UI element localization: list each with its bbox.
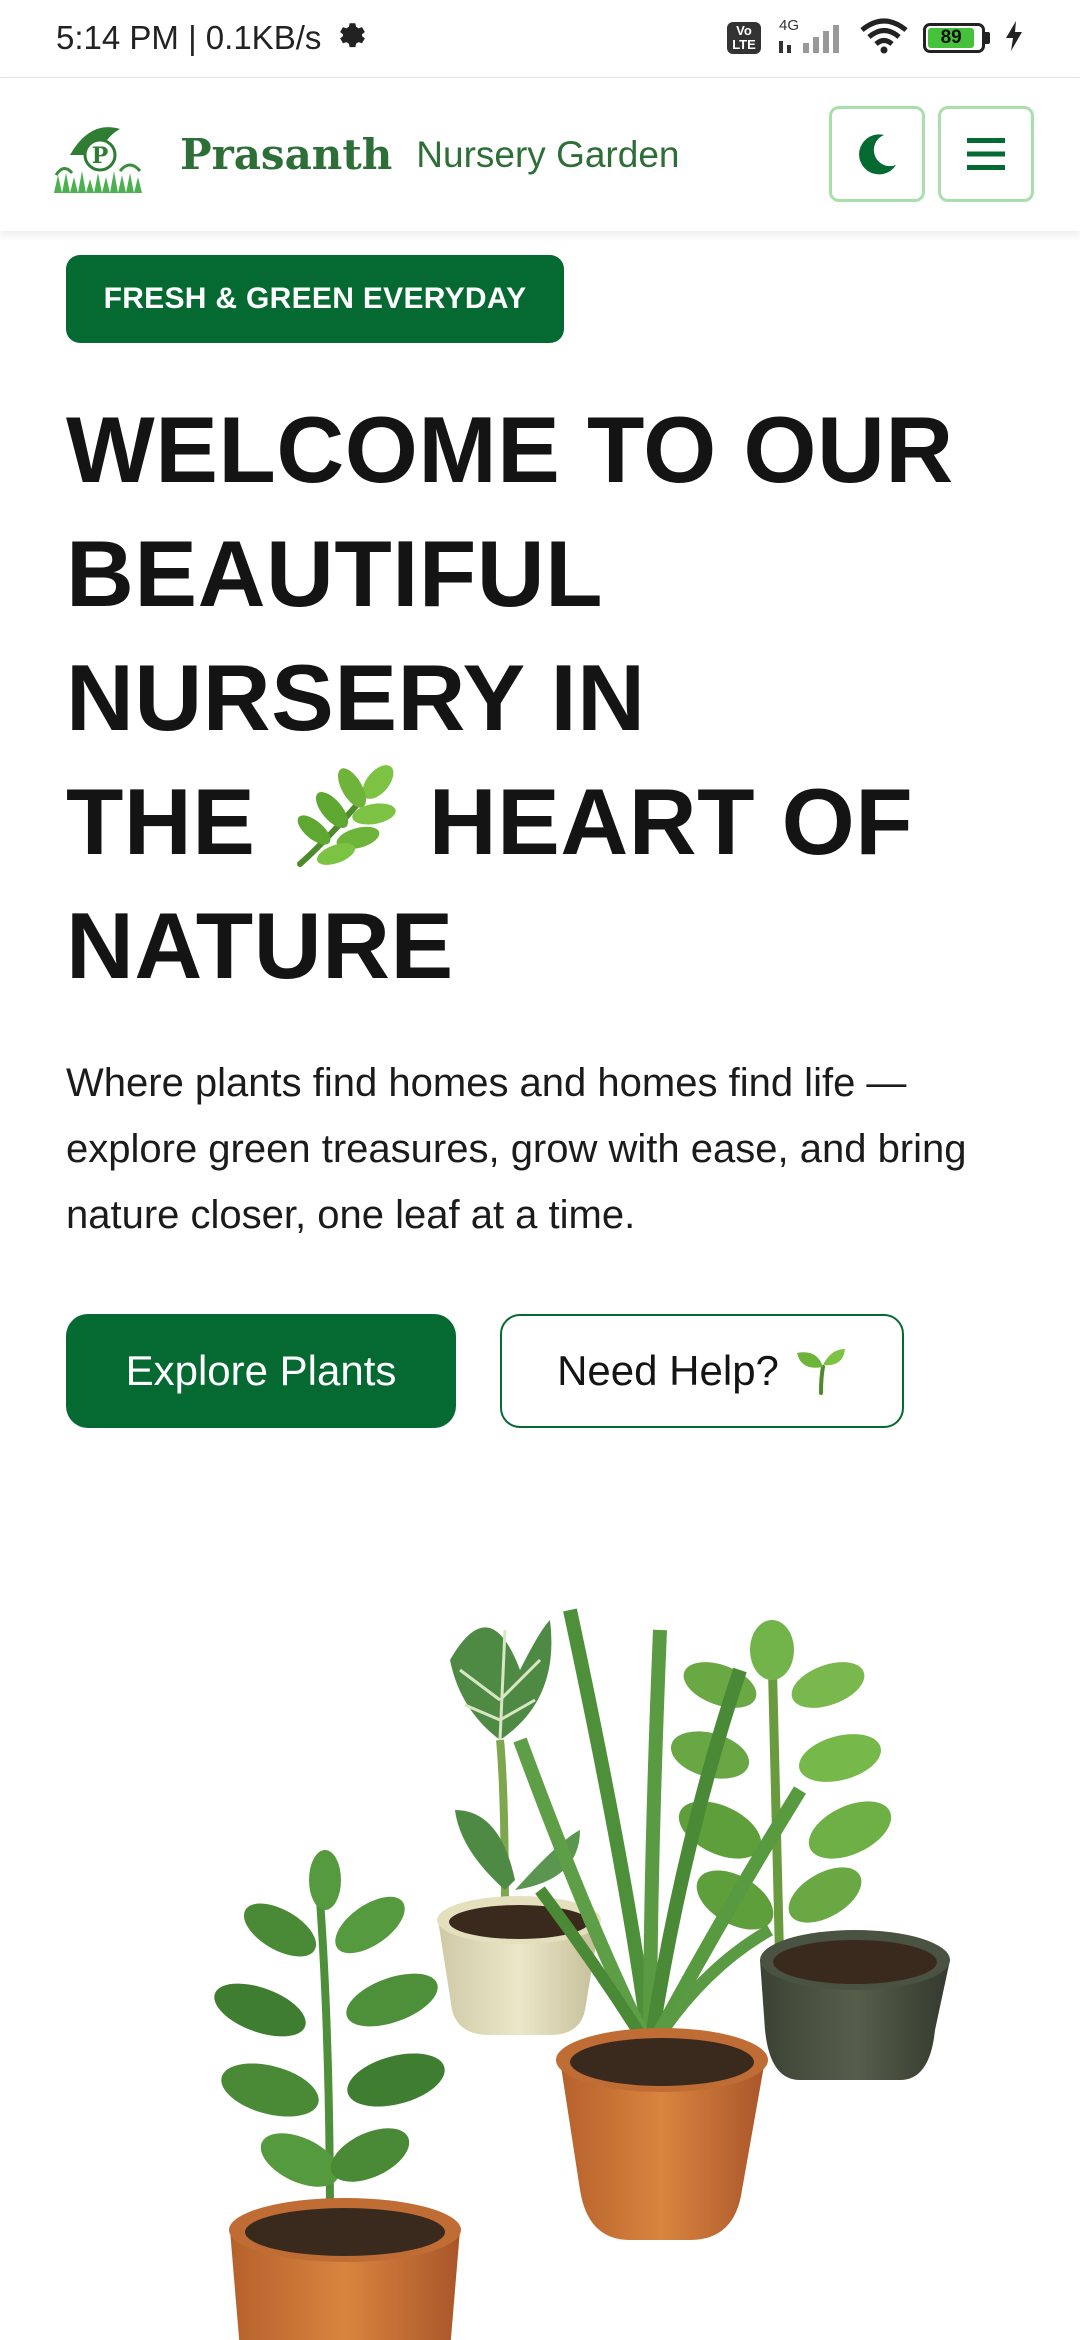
headline-line-3: NURSERY IN — [66, 645, 646, 750]
battery-level: 89 — [928, 27, 975, 48]
cell-signal-icon: 4G — [775, 17, 845, 55]
status-right: Vo LTE 4G 89 — [727, 17, 1024, 59]
hero-badge: FRESH & GREEN EVERYDAY — [66, 255, 564, 343]
headline-line-1: WELCOME TO OUR — [66, 397, 954, 502]
battery-icon: 89 — [923, 23, 990, 53]
right-plant — [670, 1620, 950, 2080]
volte-icon: Vo LTE — [727, 22, 761, 54]
need-help-label: Need Help? — [557, 1347, 779, 1394]
headline-line-4a: THE — [66, 769, 256, 874]
logo-letter: P — [92, 143, 109, 169]
headline-line-5: NATURE — [66, 893, 454, 998]
brand-name[interactable]: Prasanth — [180, 130, 392, 179]
explore-plants-button[interactable]: Explore Plants — [66, 1314, 456, 1428]
dark-mode-toggle-button[interactable] — [829, 106, 925, 202]
headline-line-2: BEAUTIFUL — [66, 521, 604, 626]
hamburger-menu-icon — [967, 138, 1005, 170]
left-front-plant — [214, 1850, 461, 2340]
status-time-speed: 5:14 PM | 0.1KB/s — [56, 19, 322, 56]
headline-line-4b: HEART OF — [428, 769, 914, 874]
logo-image: P — [54, 126, 142, 193]
menu-button[interactable] — [938, 106, 1034, 202]
settings-gear-icon — [335, 18, 367, 58]
potted-plants-illustration — [214, 1608, 950, 2340]
herb-leaf-icon — [286, 762, 398, 872]
hero-headline: WELCOME TO OUR BEAUTIFUL NURSERY IN THE … — [66, 388, 1026, 1008]
wifi-icon — [859, 18, 909, 59]
charging-bolt-icon — [1004, 20, 1024, 57]
need-help-button[interactable]: Need Help? — [500, 1314, 904, 1428]
moon-icon — [859, 134, 896, 175]
hero-description: Where plants find homes and homes find l… — [66, 1061, 967, 1237]
status-left: 5:14 PM | 0.1KB/s — [56, 18, 367, 58]
site-header: P Prasanth Nursery Garden — [0, 77, 1080, 231]
seedling-icon — [796, 1349, 845, 1395]
brand-logo[interactable]: P — [50, 115, 146, 195]
brand-subtitle: Nursery Garden — [416, 133, 680, 175]
alocasia-plant — [437, 1620, 601, 2035]
status-bar: 5:14 PM | 0.1KB/s Vo LTE 4G 89 — [0, 0, 1080, 76]
